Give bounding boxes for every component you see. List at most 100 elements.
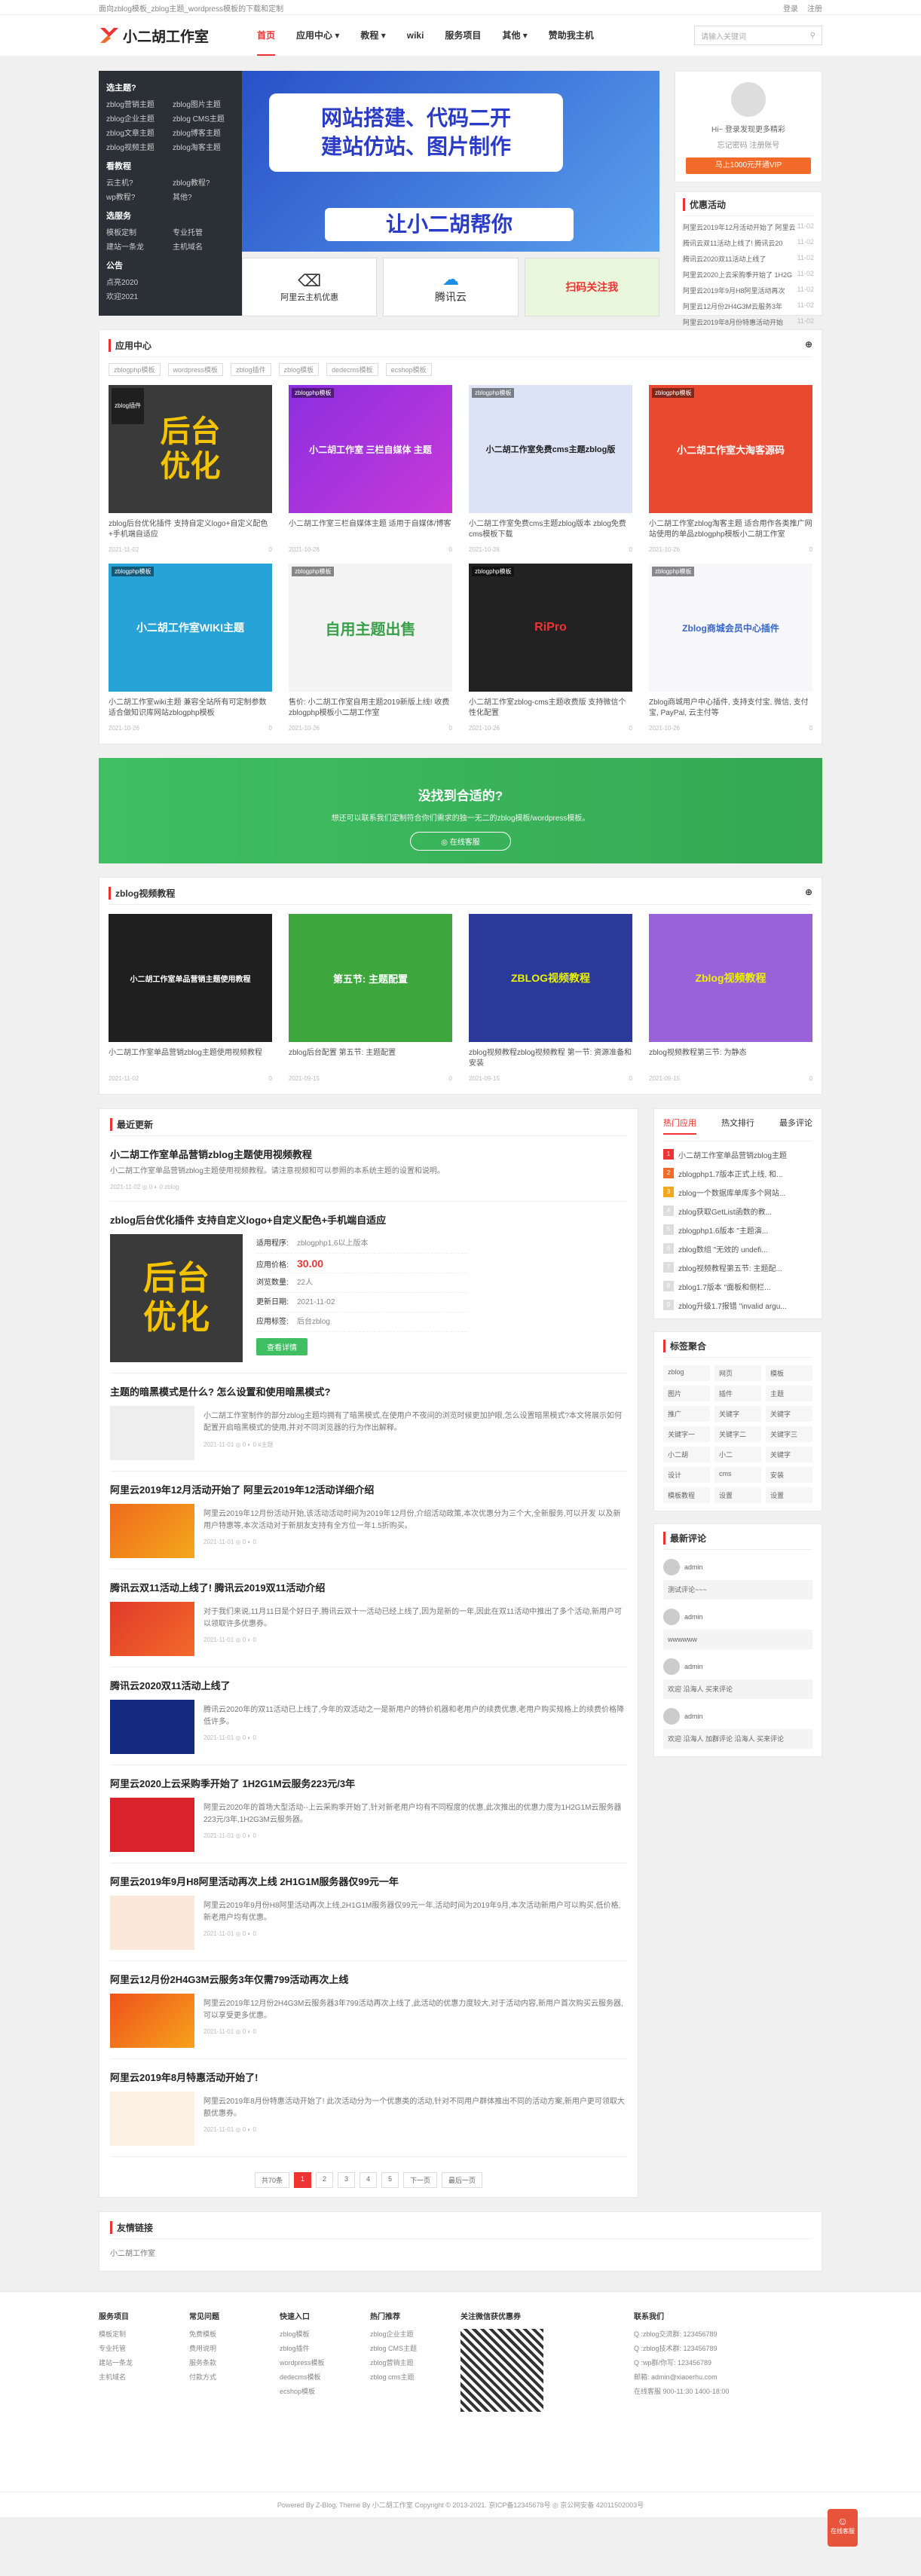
post-title[interactable]: 阿里云2019年12月活动开始了 阿里云2019年12活动详细介绍: [110, 1482, 627, 1496]
login-link[interactable]: 登录: [783, 5, 798, 14]
tag-link[interactable]: 关键字: [766, 1406, 812, 1422]
search-icon[interactable]: ⚲: [810, 32, 815, 40]
activity-item[interactable]: 阿里云2020上云采购季开始了 1H2G 11-02: [683, 270, 814, 280]
notice-link[interactable]: 点亮2020: [106, 276, 234, 287]
cat-link[interactable]: 云主机?: [106, 176, 168, 188]
featured-thumb[interactable]: 后台 优化: [110, 1234, 243, 1362]
footer-link[interactable]: zblog插件: [280, 2343, 370, 2353]
video-card[interactable]: Zblog视频教程 zblog视频教程第三节: 为静态 2021-09-15 0: [649, 914, 812, 1082]
friend-link[interactable]: 小二胡工作室: [110, 2247, 811, 2258]
mini-banner-tencent[interactable]: ☁ 腾讯云: [383, 258, 519, 316]
tag-link[interactable]: 小二胡: [663, 1447, 710, 1462]
nav-apps[interactable]: 应用中心 ▾: [296, 15, 339, 56]
app-desc[interactable]: 小二胡工作室wiki主题 兼容全站所有可定制参数 适合做知识库网站zblogph…: [109, 698, 272, 719]
cat-link[interactable]: zblog文章主题: [106, 127, 168, 138]
post-title[interactable]: 小二胡工作室单品营销zblog主题使用视频教程: [110, 1147, 627, 1161]
post-thumb[interactable]: [110, 1504, 194, 1558]
vip-button[interactable]: 马上1000元开通VIP: [686, 157, 811, 174]
cat-link[interactable]: zblog CMS主题: [173, 112, 234, 124]
app-thumb[interactable]: zblogphp模板 小二胡工作室 三栏自媒体 主题: [289, 385, 452, 513]
app-card[interactable]: zblogphp模板 小二胡工作室大淘客源码 小二胡工作室zblog淘客主题 适合用…: [649, 385, 812, 553]
cat-link[interactable]: zblog教程?: [173, 176, 234, 188]
main-banner[interactable]: 网站搭建、代码二开 建站仿站、图片制作 让小二胡帮你: [242, 71, 659, 252]
video-thumb[interactable]: Zblog视频教程: [649, 914, 812, 1042]
tag-link[interactable]: 插件: [714, 1386, 761, 1401]
tag-link[interactable]: cms: [714, 1467, 761, 1483]
apps-tab[interactable]: wordpress模板: [167, 363, 224, 376]
app-desc[interactable]: 小二胡工作室三栏自媒体主题 适用于自媒体/博客: [289, 519, 452, 540]
tag-link[interactable]: 网页: [714, 1365, 761, 1381]
footer-link[interactable]: 建站一条龙: [99, 2358, 189, 2367]
comment-item[interactable]: admin 欢迎 沿海人 买来评论: [663, 1658, 812, 1699]
tag-link[interactable]: 关键字: [714, 1406, 761, 1422]
post-item[interactable]: 阿里云2020上云采购季开始了 1H2G1M云服务223元/3年 阿里云2020年…: [110, 1765, 627, 1863]
hot-item[interactable]: 5 zblogphp1.6版本 "主题演...: [663, 1224, 812, 1236]
app-card[interactable]: zblogphp模板 RiPro 小二胡工作室zblog-cms主题收费版 支持微信…: [469, 564, 632, 732]
tag-link[interactable]: 主题: [766, 1386, 812, 1401]
footer-link[interactable]: zblog企业主题: [370, 2329, 460, 2339]
hot-item[interactable]: 8 zblog1.7版本 "面板和侧栏...: [663, 1281, 812, 1292]
video-thumb[interactable]: 小二胡工作室单品营销主题使用教程: [109, 914, 272, 1042]
hot-item[interactable]: 1 小二胡工作室单品营销zblog主题: [663, 1149, 812, 1160]
tag-link[interactable]: 关键字二: [714, 1426, 761, 1442]
tag-link[interactable]: 设置: [766, 1487, 812, 1503]
footer-link[interactable]: 费用说明: [189, 2343, 280, 2353]
activity-item[interactable]: 阿里云2019年12月活动开始了 阿里云 11-02: [683, 222, 814, 232]
hot-item[interactable]: 6 zblog数组 "无效的 undefi...: [663, 1243, 812, 1254]
register-link[interactable]: 注册: [807, 5, 822, 14]
post-title[interactable]: 主题的暗黑模式是什么? 怎么设置和使用暗黑模式?: [110, 1384, 627, 1398]
tag-link[interactable]: 关键字三: [766, 1426, 812, 1442]
mini-banner-aliyun[interactable]: ⌫ 阿里云主机优惠: [242, 258, 378, 316]
post-item[interactable]: 阿里云2019年9月H8阿里活动再次上线 2H1G1M服务器仅99元一年 阿里云2…: [110, 1863, 627, 1961]
video-thumb[interactable]: ZBLOG视频教程: [469, 914, 632, 1042]
nav-sponsor[interactable]: 赞助我主机: [549, 15, 594, 56]
nav-home[interactable]: 首页: [257, 15, 276, 56]
footer-link[interactable]: zblog模板: [280, 2329, 370, 2339]
search-input[interactable]: 请输入关键词 ⚲: [694, 26, 822, 45]
post-thumb[interactable]: [110, 1700, 194, 1754]
footer-link[interactable]: ecshop模板: [280, 2386, 370, 2396]
cat-link[interactable]: 模板定制: [106, 226, 168, 237]
page-4[interactable]: 4: [360, 2172, 378, 2188]
app-thumb[interactable]: zblogphp模板 RiPro: [469, 564, 632, 692]
app-thumb[interactable]: zblogphp模板 Zblog商城会员中心插件: [649, 564, 812, 692]
tag-link[interactable]: zblog: [663, 1365, 710, 1381]
more-icon[interactable]: ⊕: [805, 339, 812, 352]
footer-link[interactable]: 付款方式: [189, 2372, 280, 2382]
video-desc[interactable]: zblog视频教程第三节: 为静态: [649, 1048, 812, 1069]
tag-link[interactable]: 模板: [766, 1365, 812, 1381]
more-icon[interactable]: ⊕: [805, 887, 812, 900]
post-item[interactable]: 阿里云2019年8月特惠活动开始了! 阿里云2019年8月份特惠活动开始了! 此次…: [110, 2059, 627, 2157]
post-item[interactable]: 阿里云12月份2H4G3M云服务3年仅需799活动再次上线 阿里云2019年12月…: [110, 1961, 627, 2059]
cat-link[interactable]: zblog企业主题: [106, 112, 168, 124]
app-desc[interactable]: 小二胡工作室zblog淘客主题 适合用作各类推广网站使用的单品zblogphp模…: [649, 519, 812, 540]
post-thumb[interactable]: [110, 1896, 194, 1950]
mini-banner-qr[interactable]: 扫码关注我: [524, 258, 659, 316]
logo[interactable]: 小二胡工作室: [99, 25, 234, 46]
tag-link[interactable]: 推广: [663, 1406, 710, 1422]
app-desc[interactable]: 小二胡工作室zblog-cms主题收费版 支持微信个性化配置: [469, 698, 632, 719]
comment-item[interactable]: admin 欢迎 沿海人 加群评论 沿海人 买来评论: [663, 1708, 812, 1749]
login-links[interactable]: 忘记密码 注册账号: [686, 139, 811, 150]
post-item[interactable]: 阿里云2019年12月活动开始了 阿里云2019年12活动详细介绍 阿里云2019…: [110, 1471, 627, 1569]
post-thumb[interactable]: [110, 1994, 194, 2048]
footer-link[interactable]: 模板定制: [99, 2329, 189, 2339]
nav-tutorials[interactable]: 教程 ▾: [360, 15, 385, 56]
video-desc[interactable]: zblog后台配置 第五节: 主题配置: [289, 1048, 452, 1069]
post-title[interactable]: 阿里云2020上云采购季开始了 1H2G1M云服务223元/3年: [110, 1776, 627, 1790]
page-3[interactable]: 3: [337, 2172, 355, 2188]
tag-link[interactable]: 设计: [663, 1467, 710, 1483]
cat-link[interactable]: 其他?: [173, 191, 234, 202]
tag-link[interactable]: 关键字一: [663, 1426, 710, 1442]
post-thumb[interactable]: [110, 1602, 194, 1656]
footer-link[interactable]: zblog CMS主题: [370, 2343, 460, 2353]
tab-hot-posts[interactable]: 热文排行: [721, 1117, 754, 1135]
post-thumb[interactable]: [110, 2092, 194, 2146]
post-title[interactable]: 阿里云12月份2H4G3M云服务3年仅需799活动再次上线: [110, 1972, 627, 1986]
app-thumb[interactable]: zblogphp模板 小二胡工作室WIKI主题: [109, 564, 272, 692]
footer-link[interactable]: wordpress模板: [280, 2358, 370, 2367]
app-desc[interactable]: zblog后台优化插件 支持自定义logo+自定义配色+手机端自适应: [109, 519, 272, 540]
view-detail-button[interactable]: 查看详情: [256, 1338, 308, 1355]
activity-item[interactable]: 腾讯云2020双11活动上线了 11-02: [683, 254, 814, 264]
cat-link[interactable]: zblog淘客主题: [173, 141, 234, 152]
